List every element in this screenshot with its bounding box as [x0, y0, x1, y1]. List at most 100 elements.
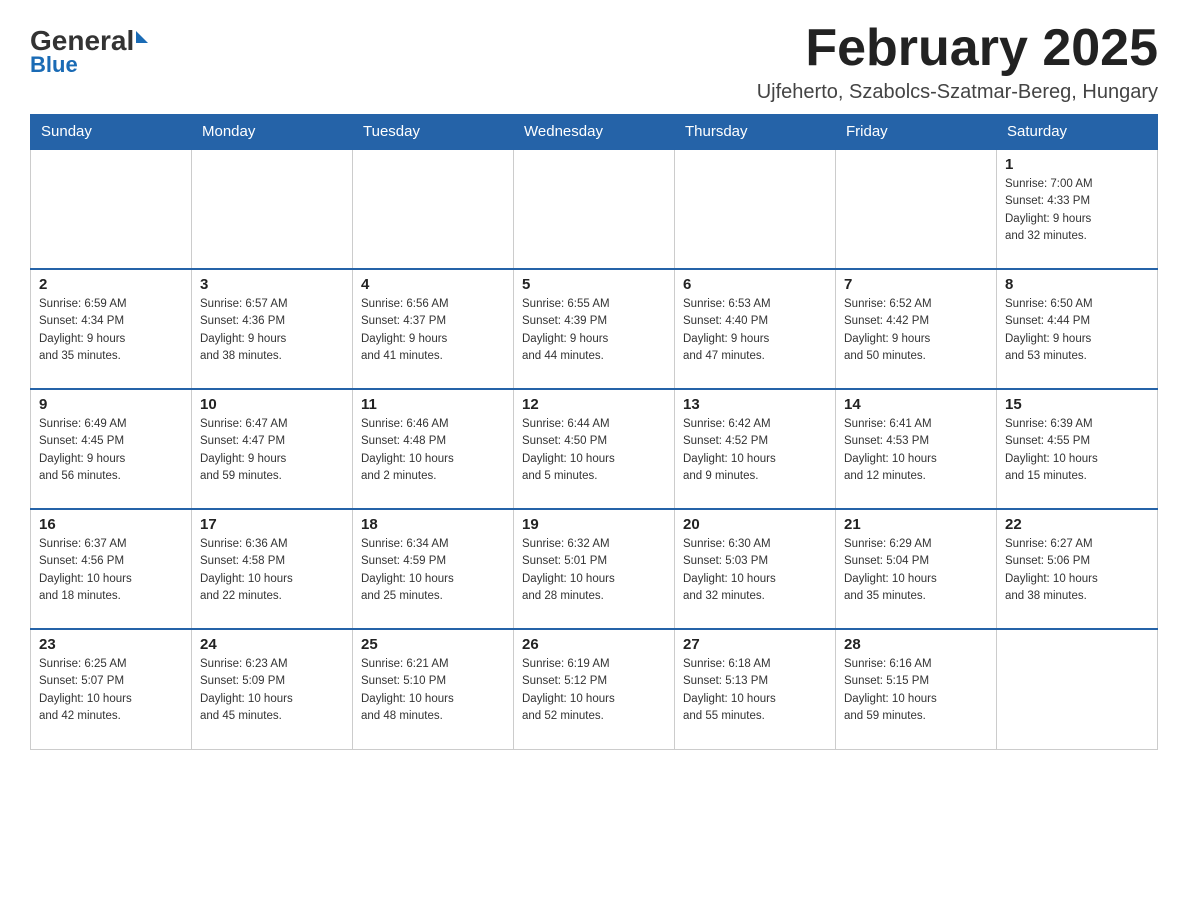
calendar-cell [514, 149, 675, 269]
calendar-cell: 7 Sunrise: 6:52 AM Sunset: 4:42 PM Daylig… [836, 269, 997, 389]
day-number: 28 [844, 636, 988, 653]
calendar-cell: 25Sunrise: 6:21 AM Sunset: 5:10 PM Dayli… [353, 629, 514, 749]
day-info: Sunrise: 6:32 AM Sunset: 5:01 PM Dayligh… [522, 536, 666, 605]
day-info: Sunrise: 6:46 AM Sunset: 4:48 PM Dayligh… [361, 416, 505, 485]
calendar-week-3: 9Sunrise: 6:49 AM Sunset: 4:45 PM Daylig… [31, 389, 1158, 509]
calendar-header-sunday: Sunday [31, 115, 192, 150]
page-header: General Blue February 2025 Ujfeherto, Sz… [30, 20, 1158, 104]
calendar-cell [192, 149, 353, 269]
day-info: Sunrise: 6:39 AM Sunset: 4:55 PM Dayligh… [1005, 416, 1149, 485]
day-info: Sunrise: 6:36 AM Sunset: 4:58 PM Dayligh… [200, 536, 344, 605]
calendar-header-row: SundayMondayTuesdayWednesdayThursdayFrid… [31, 115, 1158, 150]
calendar-cell: 8 Sunrise: 6:50 AM Sunset: 4:44 PM Daylig… [997, 269, 1158, 389]
day-number: 18 [361, 516, 505, 533]
calendar-header-friday: Friday [836, 115, 997, 150]
day-info: Sunrise: 6:30 AM Sunset: 5:03 PM Dayligh… [683, 536, 827, 605]
day-number: 15 [1005, 396, 1149, 413]
day-number: 9 [39, 396, 183, 413]
calendar-cell: 6 Sunrise: 6:53 AM Sunset: 4:40 PM Daylig… [675, 269, 836, 389]
day-info: Sunrise: 6:55 AM Sunset: 4:39 PM Dayligh… [522, 296, 666, 365]
day-info: Sunrise: 6:25 AM Sunset: 5:07 PM Dayligh… [39, 656, 183, 725]
calendar-cell [997, 629, 1158, 749]
day-info: Sunrise: 6:44 AM Sunset: 4:50 PM Dayligh… [522, 416, 666, 485]
location-title: Ujfeherto, Szabolcs-Szatmar-Bereg, Hunga… [757, 81, 1158, 104]
day-number: 1 [1005, 156, 1149, 173]
day-number: 22 [1005, 516, 1149, 533]
calendar-cell: 3 Sunrise: 6:57 AM Sunset: 4:36 PM Daylig… [192, 269, 353, 389]
day-info: Sunrise: 6:18 AM Sunset: 5:13 PM Dayligh… [683, 656, 827, 725]
day-info: Sunrise: 6:27 AM Sunset: 5:06 PM Dayligh… [1005, 536, 1149, 605]
day-number: 21 [844, 516, 988, 533]
day-info: Sunrise: 6:47 AM Sunset: 4:47 PM Dayligh… [200, 416, 344, 485]
day-info: Sunrise: 6:23 AM Sunset: 5:09 PM Dayligh… [200, 656, 344, 725]
calendar-header-thursday: Thursday [675, 115, 836, 150]
calendar-week-1: 1 Sunrise: 7:00 AM Sunset: 4:33 PM Daylig… [31, 149, 1158, 269]
day-number: 20 [683, 516, 827, 533]
day-info: Sunrise: 6:56 AM Sunset: 4:37 PM Dayligh… [361, 296, 505, 365]
logo-triangle-icon [136, 31, 148, 43]
logo: General Blue [30, 20, 148, 78]
calendar-cell: 26 Sunrise: 6:19 AM Sunset: 5:12 PM Dayli… [514, 629, 675, 749]
calendar-cell [31, 149, 192, 269]
day-info: Sunrise: 6:59 AM Sunset: 4:34 PM Dayligh… [39, 296, 183, 365]
calendar-cell: 4 Sunrise: 6:56 AM Sunset: 4:37 PM Daylig… [353, 269, 514, 389]
calendar-cell: 9Sunrise: 6:49 AM Sunset: 4:45 PM Daylig… [31, 389, 192, 509]
day-info: Sunrise: 6:16 AM Sunset: 5:15 PM Dayligh… [844, 656, 988, 725]
day-info: Sunrise: 6:29 AM Sunset: 5:04 PM Dayligh… [844, 536, 988, 605]
day-number: 6 [683, 276, 827, 293]
calendar-week-5: 23 Sunrise: 6:25 AM Sunset: 5:07 PM Dayli… [31, 629, 1158, 749]
calendar-cell: 11Sunrise: 6:46 AM Sunset: 4:48 PM Dayli… [353, 389, 514, 509]
calendar-cell: 14 Sunrise: 6:41 AM Sunset: 4:53 PM Dayli… [836, 389, 997, 509]
day-info: Sunrise: 6:50 AM Sunset: 4:44 PM Dayligh… [1005, 296, 1149, 365]
day-number: 17 [200, 516, 344, 533]
day-number: 24 [200, 636, 344, 653]
day-number: 26 [522, 636, 666, 653]
calendar-cell: 12 Sunrise: 6:44 AM Sunset: 4:50 PM Dayli… [514, 389, 675, 509]
month-title: February 2025 [757, 20, 1158, 77]
calendar-cell: 18 Sunrise: 6:34 AM Sunset: 4:59 PM Dayli… [353, 509, 514, 629]
day-info: Sunrise: 7:00 AM Sunset: 4:33 PM Dayligh… [1005, 176, 1149, 245]
calendar-header-wednesday: Wednesday [514, 115, 675, 150]
day-number: 25 [361, 636, 505, 653]
calendar-header-tuesday: Tuesday [353, 115, 514, 150]
day-number: 10 [200, 396, 344, 413]
day-info: Sunrise: 6:42 AM Sunset: 4:52 PM Dayligh… [683, 416, 827, 485]
day-info: Sunrise: 6:41 AM Sunset: 4:53 PM Dayligh… [844, 416, 988, 485]
day-number: 3 [200, 276, 344, 293]
calendar-cell: 28 Sunrise: 6:16 AM Sunset: 5:15 PM Dayli… [836, 629, 997, 749]
day-number: 12 [522, 396, 666, 413]
day-number: 8 [1005, 276, 1149, 293]
calendar-cell: 21 Sunrise: 6:29 AM Sunset: 5:04 PM Dayli… [836, 509, 997, 629]
day-info: Sunrise: 6:57 AM Sunset: 4:36 PM Dayligh… [200, 296, 344, 365]
day-number: 4 [361, 276, 505, 293]
day-info: Sunrise: 6:52 AM Sunset: 4:42 PM Dayligh… [844, 296, 988, 365]
day-number: 16 [39, 516, 183, 533]
day-number: 23 [39, 636, 183, 653]
day-number: 19 [522, 516, 666, 533]
calendar-cell: 1 Sunrise: 7:00 AM Sunset: 4:33 PM Daylig… [997, 149, 1158, 269]
logo-blue-text: Blue [30, 52, 78, 78]
calendar-cell: 15 Sunrise: 6:39 AM Sunset: 4:55 PM Dayli… [997, 389, 1158, 509]
calendar-table: SundayMondayTuesdayWednesdayThursdayFrid… [30, 114, 1158, 750]
calendar-cell: 13 Sunrise: 6:42 AM Sunset: 4:52 PM Dayli… [675, 389, 836, 509]
day-number: 5 [522, 276, 666, 293]
calendar-cell: 2 Sunrise: 6:59 AM Sunset: 4:34 PM Daylig… [31, 269, 192, 389]
day-number: 14 [844, 396, 988, 413]
calendar-cell: 23 Sunrise: 6:25 AM Sunset: 5:07 PM Dayli… [31, 629, 192, 749]
calendar-header-saturday: Saturday [997, 115, 1158, 150]
day-number: 2 [39, 276, 183, 293]
day-number: 7 [844, 276, 988, 293]
calendar-cell: 24 Sunrise: 6:23 AM Sunset: 5:09 PM Dayli… [192, 629, 353, 749]
day-number: 13 [683, 396, 827, 413]
calendar-week-2: 2 Sunrise: 6:59 AM Sunset: 4:34 PM Daylig… [31, 269, 1158, 389]
day-info: Sunrise: 6:34 AM Sunset: 4:59 PM Dayligh… [361, 536, 505, 605]
calendar-cell: 17 Sunrise: 6:36 AM Sunset: 4:58 PM Dayli… [192, 509, 353, 629]
calendar-cell [836, 149, 997, 269]
calendar-cell [353, 149, 514, 269]
calendar-week-4: 16Sunrise: 6:37 AM Sunset: 4:56 PM Dayli… [31, 509, 1158, 629]
calendar-cell: 5 Sunrise: 6:55 AM Sunset: 4:39 PM Daylig… [514, 269, 675, 389]
calendar-cell: 27Sunrise: 6:18 AM Sunset: 5:13 PM Dayli… [675, 629, 836, 749]
day-info: Sunrise: 6:19 AM Sunset: 5:12 PM Dayligh… [522, 656, 666, 725]
day-info: Sunrise: 6:53 AM Sunset: 4:40 PM Dayligh… [683, 296, 827, 365]
calendar-cell: 22 Sunrise: 6:27 AM Sunset: 5:06 PM Dayli… [997, 509, 1158, 629]
